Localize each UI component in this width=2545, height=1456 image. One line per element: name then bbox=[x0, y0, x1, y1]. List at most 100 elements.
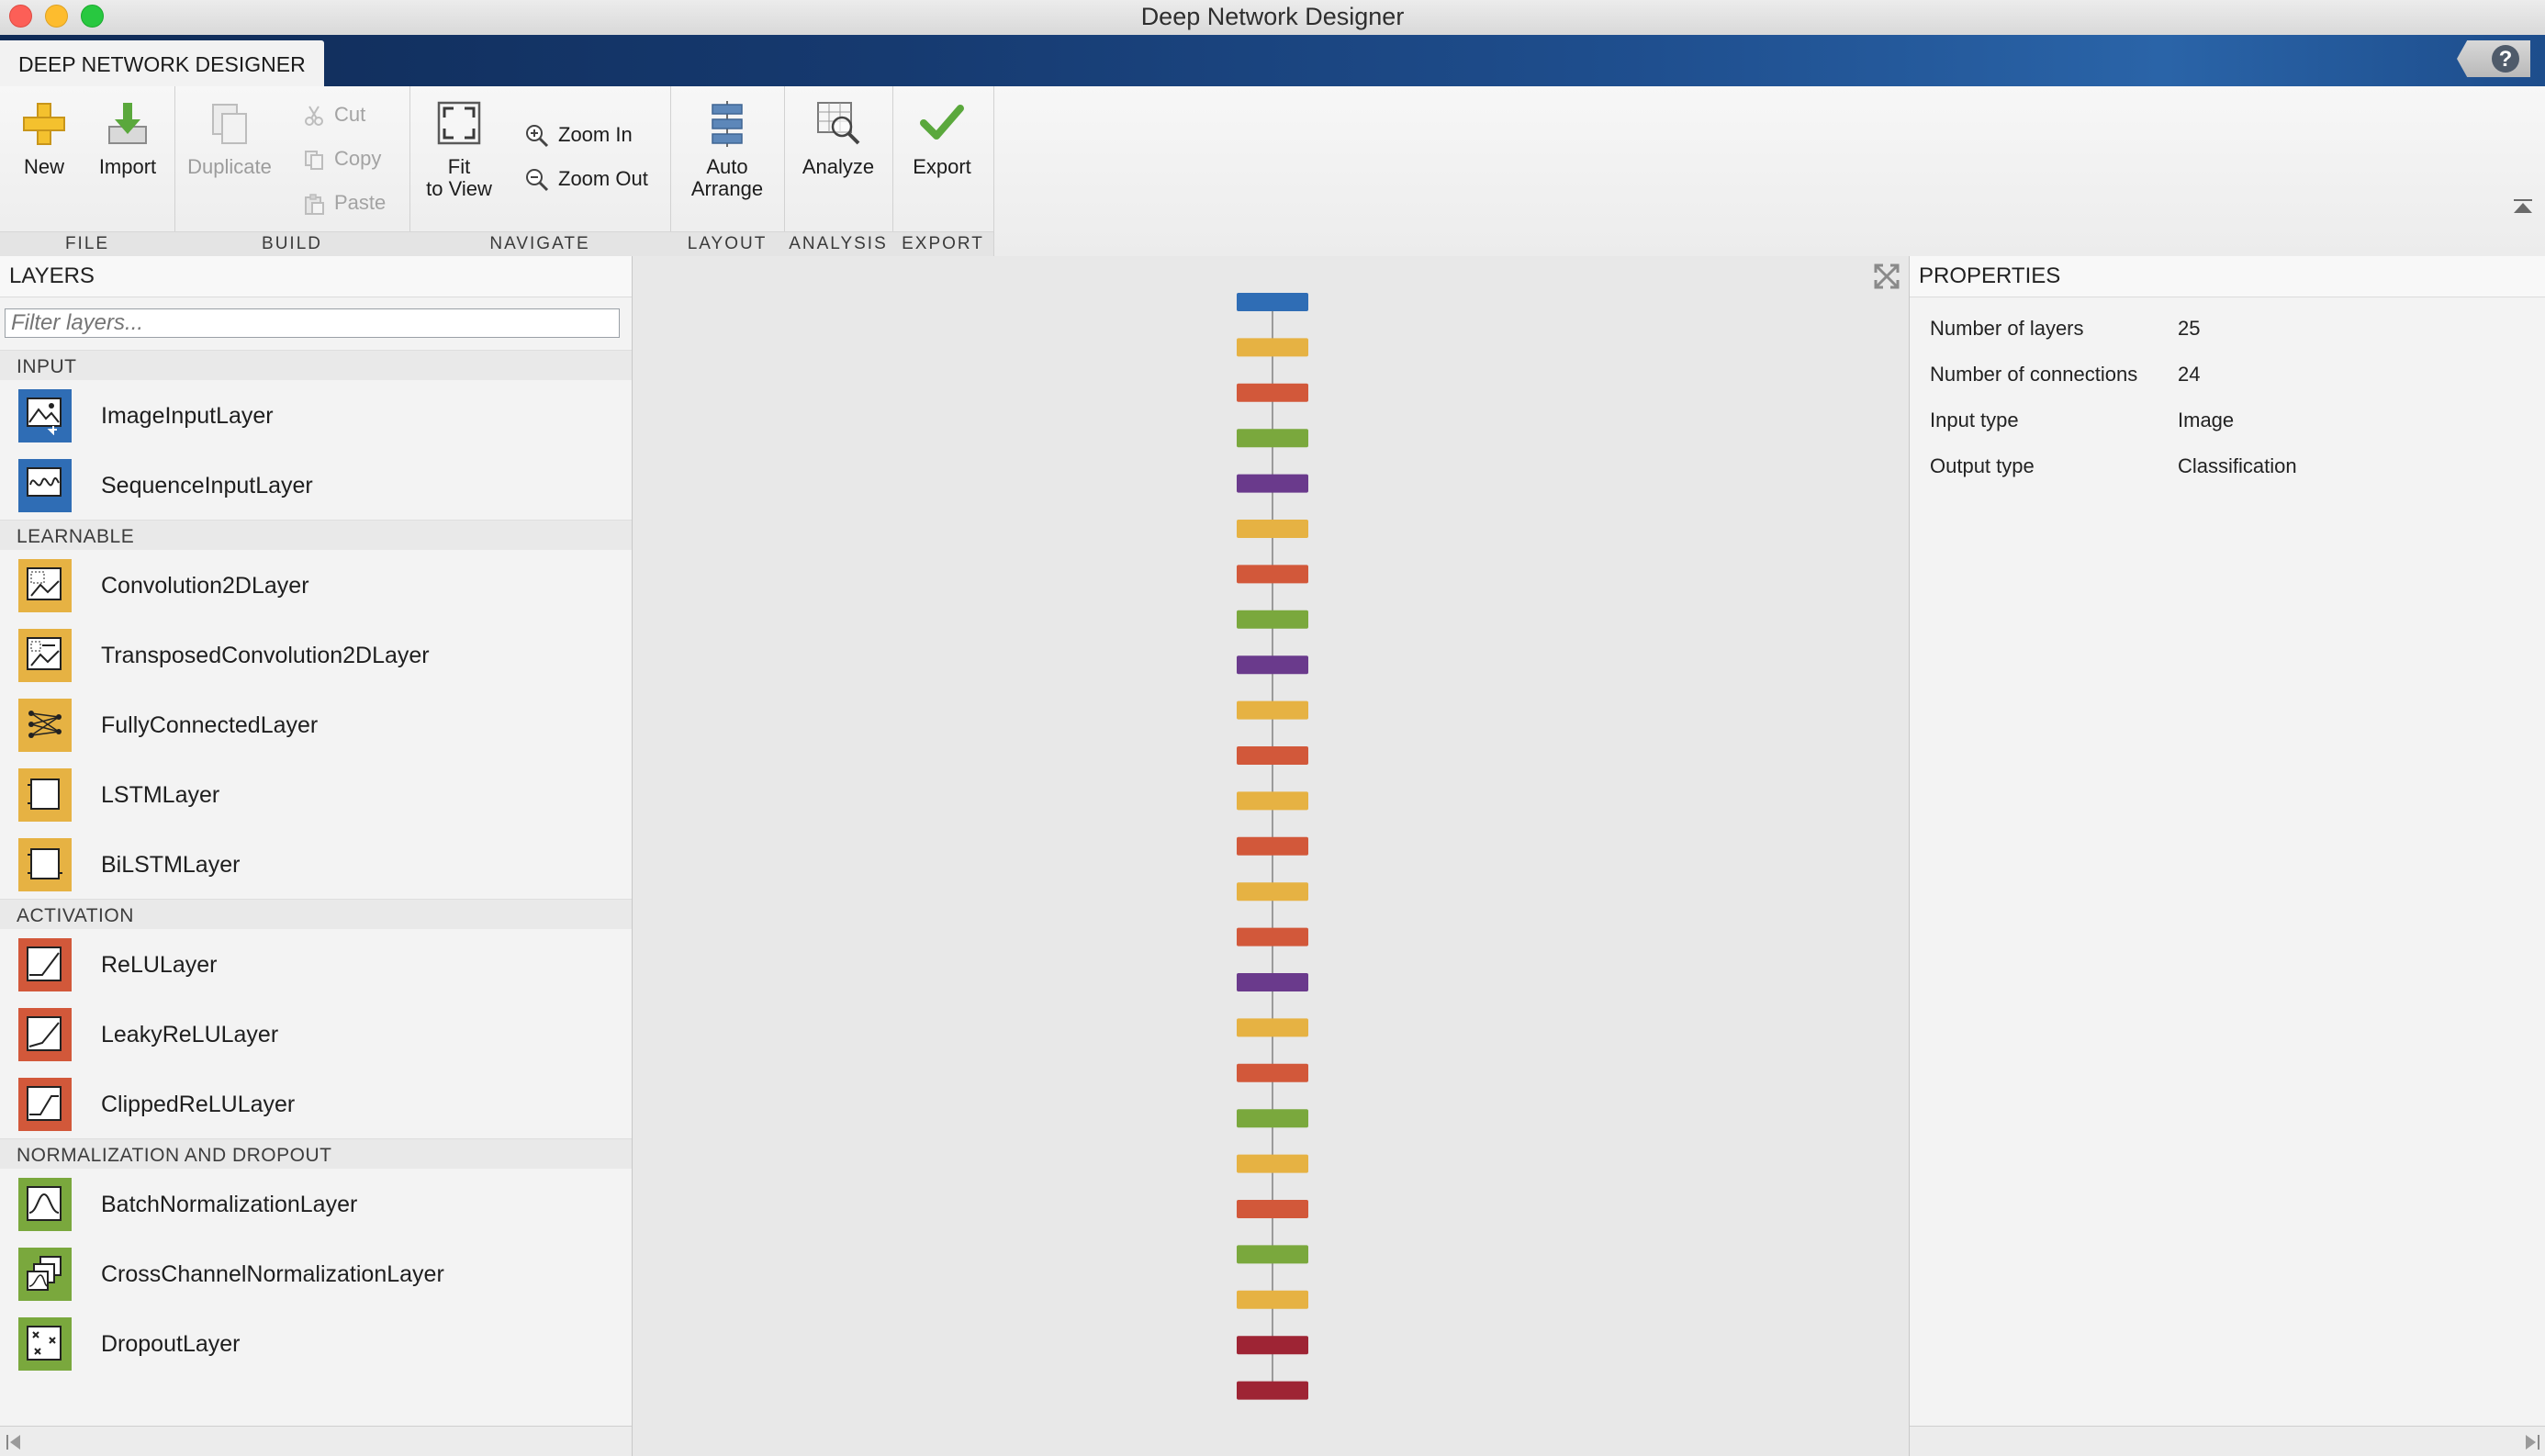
layer-label: DropoutLayer bbox=[101, 1331, 241, 1357]
layer-label: ImageInputLayer bbox=[101, 403, 274, 429]
navigate-section: Fit to View Zoom In Zoom Out NAVIGATE bbox=[409, 86, 671, 256]
layer-library-list: INPUT ImageInputLayer SequenceInputLayer… bbox=[0, 350, 632, 1378]
new-button[interactable]: New bbox=[7, 99, 81, 178]
tab-deep-network-designer[interactable]: DEEP NETWORK DESIGNER bbox=[0, 40, 324, 86]
layer-label: LSTMLayer bbox=[101, 782, 220, 808]
layer-item-relu[interactable]: ReLULayer bbox=[0, 929, 632, 999]
dropout-icon bbox=[18, 1317, 72, 1371]
network-layer-block[interactable] bbox=[1237, 1200, 1308, 1218]
fit-to-view-button[interactable]: Fit to View bbox=[419, 99, 499, 200]
property-label-output-type: Output type bbox=[1930, 454, 2035, 477]
layers-panel-footer bbox=[0, 1426, 632, 1456]
network-layer-block[interactable] bbox=[1237, 746, 1308, 765]
network-diagram[interactable] bbox=[633, 256, 1909, 1456]
property-value-num-connections: 24 bbox=[2178, 363, 2201, 386]
layer-item-sequence-input[interactable]: SequenceInputLayer bbox=[0, 450, 632, 520]
build-section-label: BUILD bbox=[174, 231, 409, 256]
layer-item-fully-connected[interactable]: FullyConnectedLayer bbox=[0, 689, 632, 759]
network-layer-block[interactable] bbox=[1237, 1245, 1308, 1264]
zoom-in-button[interactable]: Zoom In bbox=[525, 123, 633, 148]
property-label-num-connections: Number of connections bbox=[1930, 363, 2138, 386]
network-layer-block[interactable] bbox=[1237, 1290, 1308, 1309]
help-button[interactable]: ? bbox=[2457, 40, 2530, 77]
properties-panel-footer bbox=[1910, 1426, 2545, 1456]
paste-icon bbox=[305, 194, 324, 216]
network-layer-block[interactable] bbox=[1237, 1154, 1308, 1173]
network-layer-block[interactable] bbox=[1237, 700, 1308, 720]
layer-item-convolution2d[interactable]: Convolution2DLayer bbox=[0, 550, 632, 620]
layer-label: ClippedReLULayer bbox=[101, 1092, 296, 1117]
category-normalization-dropout: NORMALIZATION AND DROPOUT bbox=[0, 1138, 632, 1169]
network-layer-block[interactable] bbox=[1237, 927, 1308, 946]
network-layer-block[interactable] bbox=[1237, 1381, 1308, 1400]
category-learnable: LEARNABLE bbox=[0, 520, 632, 550]
layer-label: TransposedConvolution2DLayer bbox=[101, 643, 430, 668]
network-layer-block[interactable] bbox=[1237, 1109, 1308, 1128]
new-icon bbox=[23, 103, 65, 145]
clipped-relu-icon bbox=[18, 1078, 72, 1131]
paste-button[interactable]: Paste bbox=[303, 191, 387, 216]
export-button[interactable]: Export bbox=[896, 99, 988, 178]
layer-label: BatchNormalizationLayer bbox=[101, 1192, 358, 1217]
layers-panel: LAYERS INPUT ImageInputLayer SequenceInp… bbox=[0, 256, 633, 1456]
network-layer-block[interactable] bbox=[1237, 429, 1308, 448]
layer-item-image-input[interactable]: ImageInputLayer bbox=[0, 380, 632, 450]
analyze-button[interactable]: Analyze bbox=[790, 99, 887, 178]
auto-arrange-line1: Auto bbox=[706, 155, 748, 178]
auto-arrange-button[interactable]: Auto Arrange bbox=[676, 99, 779, 200]
duplicate-icon bbox=[212, 104, 247, 144]
properties-panel-title: PROPERTIES bbox=[1910, 256, 2545, 297]
network-layer-block[interactable] bbox=[1237, 383, 1308, 402]
layer-item-dropout[interactable]: DropoutLayer bbox=[0, 1308, 632, 1378]
network-layer-block[interactable] bbox=[1237, 973, 1308, 991]
layer-item-clipped-relu[interactable]: ClippedReLULayer bbox=[0, 1069, 632, 1138]
paste-label: Paste bbox=[334, 191, 387, 214]
network-canvas[interactable] bbox=[633, 256, 1909, 1456]
filter-layers-input[interactable] bbox=[5, 308, 620, 338]
layer-item-transposed-convolution2d[interactable]: TransposedConvolution2DLayer bbox=[0, 620, 632, 689]
duplicate-button[interactable]: Duplicate bbox=[187, 99, 272, 178]
expand-canvas-icon[interactable] bbox=[1872, 262, 1901, 291]
fit-label-line2: to View bbox=[426, 177, 492, 200]
bilstm-icon bbox=[18, 838, 72, 891]
network-layer-block[interactable] bbox=[1237, 882, 1308, 902]
zoom-in-label: Zoom In bbox=[558, 123, 633, 146]
zoom-in-icon bbox=[526, 125, 549, 148]
navigate-section-label: NAVIGATE bbox=[409, 231, 670, 256]
network-layer-block[interactable] bbox=[1237, 610, 1308, 629]
network-layer-block[interactable] bbox=[1237, 791, 1308, 811]
layer-label: FullyConnectedLayer bbox=[101, 712, 319, 738]
collapse-left-icon[interactable] bbox=[6, 1434, 24, 1450]
layer-item-leaky-relu[interactable]: LeakyReLULayer bbox=[0, 999, 632, 1069]
collapse-right-icon[interactable] bbox=[2522, 1434, 2540, 1450]
network-layer-block[interactable] bbox=[1237, 655, 1308, 675]
layer-item-batch-normalization[interactable]: BatchNormalizationLayer bbox=[0, 1169, 632, 1238]
layer-label: ReLULayer bbox=[101, 952, 218, 978]
network-layer-block[interactable] bbox=[1237, 474, 1308, 493]
layout-section: Auto Arrange LAYOUT bbox=[670, 86, 785, 256]
network-layer-block[interactable] bbox=[1237, 338, 1308, 357]
collapse-toolstrip-icon[interactable] bbox=[2512, 197, 2534, 216]
network-layer-block[interactable] bbox=[1237, 1018, 1308, 1037]
title-bar: Deep Network Designer bbox=[0, 0, 2545, 36]
cut-button[interactable]: Cut bbox=[303, 103, 365, 127]
network-layer-block[interactable] bbox=[1237, 293, 1308, 311]
network-layer-block[interactable] bbox=[1237, 565, 1308, 584]
import-label: Import bbox=[98, 155, 157, 178]
zoom-out-button[interactable]: Zoom Out bbox=[525, 167, 648, 192]
zoom-out-icon bbox=[526, 169, 549, 192]
network-layer-block[interactable] bbox=[1237, 1063, 1308, 1082]
layer-item-lstm[interactable]: LSTMLayer bbox=[0, 759, 632, 829]
cross-channel-normalization-icon bbox=[18, 1248, 72, 1301]
relu-icon bbox=[18, 938, 72, 991]
layer-item-cross-channel-normalization[interactable]: CrossChannelNormalizationLayer bbox=[0, 1238, 632, 1308]
copy-button[interactable]: Copy bbox=[303, 147, 381, 171]
network-layer-block[interactable] bbox=[1237, 1336, 1308, 1355]
layout-section-label: LAYOUT bbox=[670, 231, 784, 256]
property-value-num-layers: 25 bbox=[2178, 317, 2201, 340]
import-button[interactable]: Import bbox=[88, 99, 167, 178]
auto-arrange-line2: Arrange bbox=[690, 177, 764, 200]
layer-item-bilstm[interactable]: BiLSTMLayer bbox=[0, 829, 632, 899]
network-layer-block[interactable] bbox=[1237, 520, 1308, 538]
network-layer-block[interactable] bbox=[1237, 836, 1308, 856]
